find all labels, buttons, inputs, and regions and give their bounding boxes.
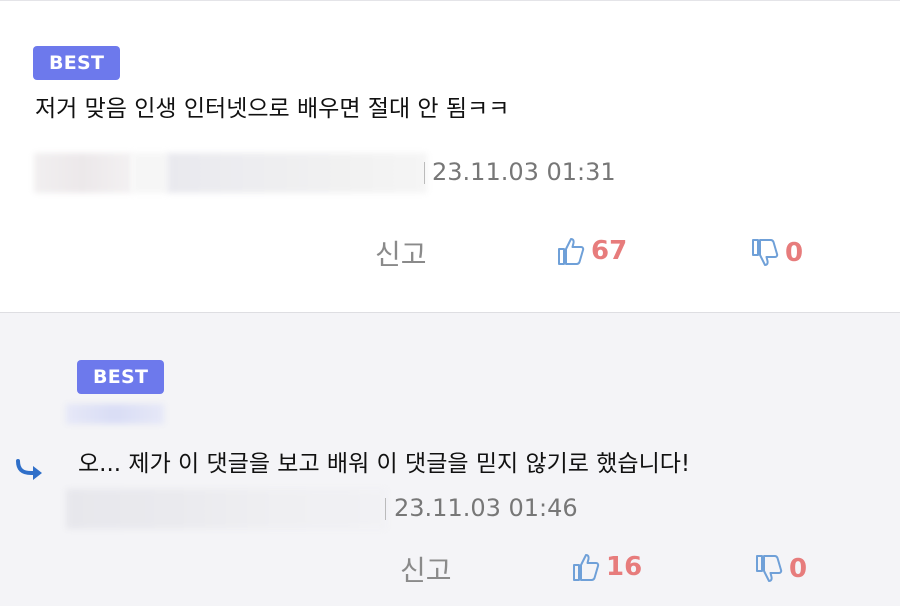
- thumbs-up-icon: [572, 552, 600, 582]
- comment-text: 저거 맞음 인생 인터넷으로 배우면 절대 안 됨ㅋㅋ: [35, 96, 510, 122]
- like-button[interactable]: 16: [572, 552, 642, 582]
- like-count: 67: [591, 236, 628, 266]
- comment-timestamp: 23.11.03 01:46: [394, 494, 578, 522]
- blurred-author: [34, 153, 132, 193]
- reply-comment-card: BEST 오... 제가 이 댓글을 보고 배워 이 댓글을 믿지 않기로 했습…: [0, 313, 900, 606]
- blurred-author: [132, 153, 167, 193]
- dislike-button[interactable]: 0: [751, 238, 803, 268]
- like-count: 16: [606, 552, 643, 582]
- reply-arrow-icon: [14, 458, 44, 488]
- comment-meta: 23.11.03 01:46: [66, 489, 626, 529]
- report-button[interactable]: 신고: [400, 549, 452, 589]
- meta-separator: [424, 162, 425, 184]
- blurred-author: [66, 489, 386, 529]
- meta-separator: [385, 498, 386, 520]
- comment-card: BEST 저거 맞음 인생 인터넷으로 배우면 절대 안 됨ㅋㅋ 23.11.0…: [0, 1, 900, 313]
- blurred-author: [66, 404, 164, 424]
- like-button[interactable]: 67: [557, 236, 627, 266]
- thumbs-down-icon: [751, 238, 779, 268]
- thumbs-up-icon: [557, 236, 585, 266]
- best-badge: BEST: [33, 46, 121, 80]
- dislike-count: 0: [785, 238, 804, 268]
- dislike-button[interactable]: 0: [755, 554, 807, 584]
- report-button[interactable]: 신고: [375, 233, 427, 273]
- thumbs-down-icon: [755, 554, 783, 584]
- best-badge: BEST: [77, 360, 165, 394]
- comment-timestamp: 23.11.03 01:31: [432, 158, 616, 186]
- comment-meta: 23.11.03 01:31: [34, 153, 634, 193]
- blurred-author: [167, 153, 427, 193]
- comment-text: 오... 제가 이 댓글을 보고 배워 이 댓글을 믿지 않기로 했습니다!: [78, 451, 691, 477]
- dislike-count: 0: [789, 554, 808, 584]
